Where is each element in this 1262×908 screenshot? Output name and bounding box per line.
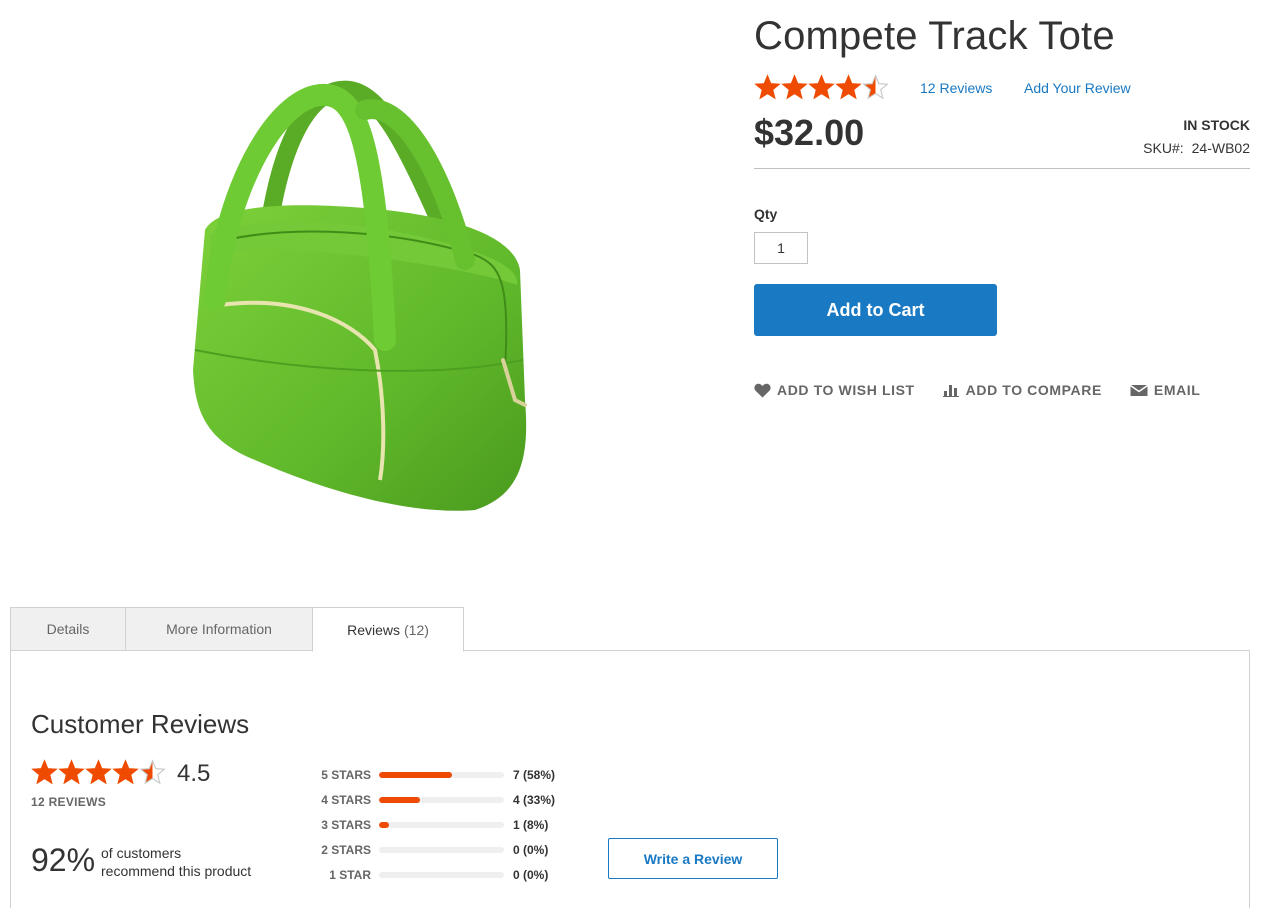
compare-label: ADD TO COMPARE: [965, 382, 1102, 398]
recommend-line-2: recommend this product: [101, 863, 252, 879]
product-gallery: [0, 0, 720, 580]
product-actions: ADD TO WISH LIST ADD TO COMPARE EMAIL: [754, 382, 1200, 398]
email-button[interactable]: EMAIL: [1129, 382, 1201, 398]
product-image[interactable]: [175, 70, 545, 520]
add-to-compare-button[interactable]: ADD TO COMPARE: [942, 382, 1102, 398]
recommend-percent: 92%: [31, 842, 96, 878]
rating-breakdown-value: 0 (0%): [513, 842, 549, 857]
rating-breakdown-row: 3 STARS 1 (8%): [300, 812, 555, 837]
rating-breakdown-label: 4 STARS: [321, 792, 371, 807]
tab-details[interactable]: Details: [10, 607, 126, 651]
compare-bars-icon: [942, 385, 959, 397]
reviews-link[interactable]: 12 Reviews: [920, 80, 992, 96]
product-price: $32.00: [754, 112, 865, 153]
sku-label: SKU#:: [1143, 140, 1184, 156]
customer-reviews-title: Customer Reviews: [31, 709, 250, 739]
rating-breakdown-bar: [379, 846, 504, 853]
divider: [754, 168, 1250, 169]
stock-status: IN STOCK: [1183, 117, 1250, 133]
star-icon: [808, 74, 835, 100]
product-title: Compete Track Tote: [754, 14, 1115, 58]
tab-more-information[interactable]: More Information: [125, 607, 313, 651]
heart-icon: [754, 383, 771, 397]
recommend-text: of customers recommend this product: [101, 844, 251, 880]
star-icon: [781, 74, 808, 100]
star-icon: [754, 74, 781, 100]
rating-breakdown-label: 1 STAR: [329, 867, 371, 882]
qty-label: Qty: [754, 206, 778, 222]
review-count: 12 REVIEWS: [31, 795, 107, 809]
star-icon: [31, 759, 58, 785]
rating-breakdown-bar-fill: [379, 821, 389, 828]
star-icon: [139, 759, 166, 785]
star-icon: [58, 759, 85, 785]
sku-value: 24-WB02: [1191, 140, 1250, 156]
star-icon: [835, 74, 862, 100]
rating-stars: [754, 74, 889, 101]
rating-breakdown-label: 5 STARS: [321, 767, 371, 782]
tab-reviews-label: Reviews: [347, 621, 400, 638]
tab-reviews-count: (12): [404, 621, 429, 638]
email-label: EMAIL: [1153, 382, 1201, 398]
recommend-line-1: of customers: [101, 845, 182, 861]
qty-input[interactable]: [754, 232, 808, 264]
rating-breakdown-value: 7 (58%): [513, 767, 556, 782]
rating-breakdown-bar: [379, 821, 504, 828]
rating-breakdown-value: 1 (8%): [513, 817, 549, 832]
rating-breakdown-bar: [379, 796, 504, 803]
rating-breakdown-row: 5 STARS 7 (58%): [300, 762, 555, 787]
star-icon: [862, 74, 889, 100]
rating-summary: 12 Reviews Add Your Review: [754, 74, 1250, 104]
rating-breakdown-bar-fill: [379, 771, 452, 778]
rating-breakdown: 5 STARS 7 (58%) 4 STARS 4 (33%) 3 STARS 1 (8%…: [300, 762, 555, 887]
product-sku: SKU#: 24-WB02: [1143, 140, 1250, 156]
average-rating-stars: [31, 759, 166, 786]
add-review-link[interactable]: Add Your Review: [1024, 80, 1131, 96]
write-review-button[interactable]: Write a Review: [608, 838, 778, 879]
rating-breakdown-bar-fill: [379, 796, 421, 803]
product-tabs: Details More Information Reviews (12): [10, 607, 464, 652]
rating-breakdown-bar: [379, 771, 504, 778]
rating-breakdown-label: 2 STARS: [321, 842, 371, 857]
wishlist-label: ADD TO WISH LIST: [777, 382, 915, 398]
rating-breakdown-value: 0 (0%): [513, 867, 549, 882]
add-to-wishlist-button[interactable]: ADD TO WISH LIST: [754, 382, 915, 398]
star-icon: [85, 759, 112, 785]
rating-breakdown-label: 3 STARS: [321, 817, 371, 832]
rating-breakdown-row: 2 STARS 0 (0%): [300, 837, 555, 862]
tab-reviews[interactable]: Reviews (12): [312, 607, 464, 652]
star-icon: [112, 759, 139, 785]
envelope-icon: [1129, 384, 1148, 396]
rating-breakdown-bar: [379, 871, 504, 878]
average-rating-value: 4.5: [177, 760, 211, 787]
add-to-cart-button[interactable]: Add to Cart: [754, 284, 997, 336]
rating-breakdown-row: 4 STARS 4 (33%): [300, 787, 555, 812]
rating-breakdown-row: 1 STAR 0 (0%): [300, 862, 555, 887]
rating-breakdown-value: 4 (33%): [513, 792, 556, 807]
